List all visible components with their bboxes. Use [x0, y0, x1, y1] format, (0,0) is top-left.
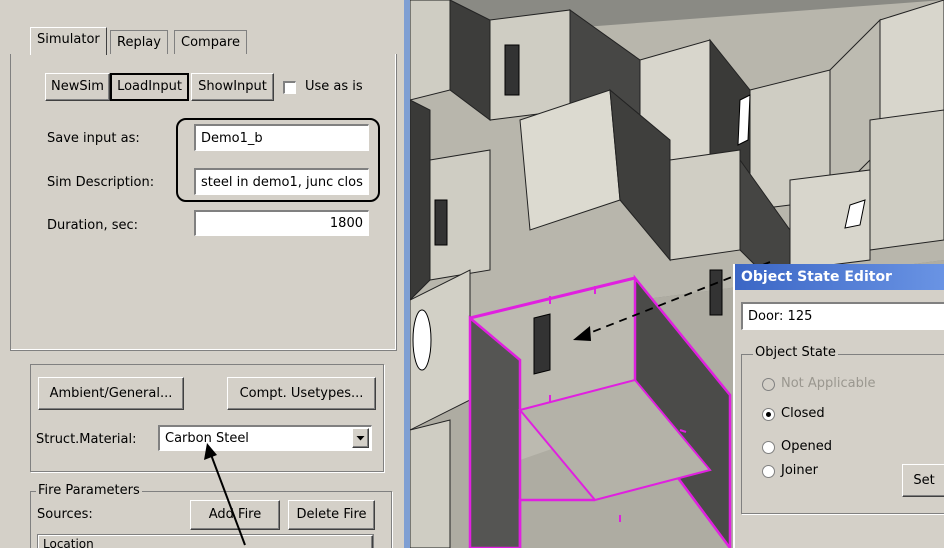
set-button[interactable]: Set: [902, 464, 944, 497]
dialog-title: Object State Editor: [741, 269, 892, 285]
tab-replay[interactable]: Replay: [110, 30, 168, 54]
sources-label: Sources:: [37, 507, 93, 522]
joiner-label: Joiner: [781, 463, 818, 478]
loadinput-button[interactable]: LoadInput: [110, 73, 189, 101]
ambient-general-button[interactable]: Ambient/General...: [38, 377, 184, 410]
radio-opened[interactable]: [762, 441, 775, 454]
simulator-panel: Simulator Replay Compare NewSim LoadInpu…: [0, 0, 410, 548]
radio-closed[interactable]: [762, 408, 775, 421]
duration-field[interactable]: 1800: [194, 210, 369, 236]
save-input-label: Save input as:: [47, 131, 140, 146]
annotation-arrow-icon: [204, 443, 246, 546]
sim-description-label: Sim Description:: [47, 175, 155, 190]
annotation-outline: [176, 118, 380, 202]
showinput-button[interactable]: ShowInput: [191, 73, 274, 101]
fire-parameters-title: Fire Parameters: [36, 483, 142, 498]
tab-simulator[interactable]: Simulator: [30, 27, 107, 55]
not-applicable-label: Not Applicable: [781, 376, 876, 391]
tab-compare[interactable]: Compare: [174, 30, 247, 54]
use-as-is-label: Use as is: [305, 79, 363, 94]
newsim-button[interactable]: NewSim: [45, 73, 110, 101]
opened-label: Opened: [781, 439, 832, 454]
radio-joiner[interactable]: [762, 465, 775, 478]
object-state-title: Object State: [753, 345, 838, 360]
struct-material-label: Struct.Material:: [36, 432, 137, 447]
dialog-title-bar[interactable]: Object State Editor: [735, 264, 944, 290]
compt-usetypes-button[interactable]: Compt. Usetypes...: [227, 377, 376, 410]
delete-fire-button[interactable]: Delete Fire: [288, 500, 375, 530]
duration-label: Duration, sec:: [47, 218, 139, 233]
use-as-is-checkbox[interactable]: [283, 81, 296, 94]
object-id-field: Door: 125: [741, 302, 944, 330]
radio-not-applicable: [762, 378, 775, 391]
object-state-editor-dialog: Object State Editor Door: 125 Object Sta…: [733, 264, 944, 548]
closed-label: Closed: [781, 406, 825, 421]
dropdown-arrow-icon[interactable]: [352, 428, 369, 448]
